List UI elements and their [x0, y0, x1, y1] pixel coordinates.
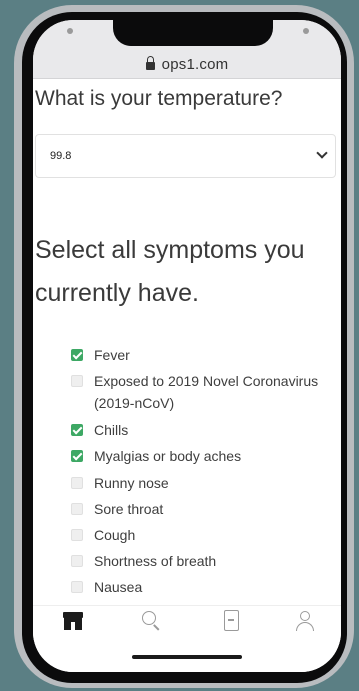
symptom-nausea[interactable]: Nausea	[71, 579, 331, 598]
page-content: What is your temperature? 99.8 Select al…	[33, 79, 341, 609]
symptom-checkbox[interactable]	[71, 503, 83, 515]
symptom-exposed[interactable]: Exposed to 2019 Novel Coronavirus (2019-…	[71, 373, 331, 414]
temperature-question: What is your temperature?	[35, 87, 283, 110]
symptom-label: Nausea	[94, 579, 143, 595]
symptom-checkbox[interactable]	[71, 424, 83, 436]
symptom-label: Exposed to 2019 Novel Coronavirus (2019-…	[94, 373, 319, 411]
symptom-checkbox[interactable]	[71, 581, 83, 593]
temperature-select[interactable]: 99.8	[35, 134, 336, 178]
address-bar[interactable]: ops1.com	[33, 50, 341, 79]
symptom-label: Shortness of breath	[94, 553, 217, 569]
chevron-down-icon	[316, 147, 328, 159]
symptom-cough[interactable]: Cough	[71, 527, 331, 546]
symptom-checkbox[interactable]	[71, 529, 83, 541]
home-icon[interactable]	[61, 608, 89, 636]
tab-bar	[33, 602, 341, 642]
phone-screen: ops1.com What is your temperature? 99.8 …	[33, 20, 341, 672]
symptom-label: Sore throat	[94, 501, 164, 517]
symptom-chills[interactable]: Chills	[71, 422, 331, 441]
document-icon[interactable]	[219, 608, 247, 636]
symptom-sore-throat[interactable]: Sore throat	[71, 501, 331, 520]
url-text: ops1.com	[161, 55, 229, 73]
temperature-value: 99.8	[50, 150, 72, 162]
symptom-label: Fever	[94, 347, 130, 363]
lock-icon	[145, 56, 155, 70]
signal-icon	[67, 28, 73, 34]
symptom-runny-nose[interactable]: Runny nose	[71, 475, 331, 494]
symptom-checkbox[interactable]	[71, 555, 83, 567]
symptom-fever[interactable]: Fever	[71, 347, 331, 366]
person-icon[interactable]	[293, 608, 321, 636]
symptom-checkbox[interactable]	[71, 349, 83, 361]
symptoms-heading: Select all symptoms you currently have.	[35, 236, 305, 307]
symptom-shortness-of-breath[interactable]: Shortness of breath	[71, 553, 331, 572]
symptom-label: Cough	[94, 527, 136, 543]
symptom-label: Chills	[94, 422, 129, 438]
home-indicator[interactable]	[132, 655, 242, 659]
battery-icon	[303, 28, 309, 34]
symptom-checkbox[interactable]	[71, 477, 83, 489]
symptom-myalgias[interactable]: Myalgias or body aches	[71, 448, 331, 467]
notch	[113, 20, 273, 46]
search-icon[interactable]	[139, 608, 167, 636]
symptom-label: Runny nose	[94, 475, 169, 491]
symptom-checkbox[interactable]	[71, 450, 83, 462]
symptom-checkbox[interactable]	[71, 375, 83, 387]
symptom-label: Myalgias or body aches	[94, 448, 242, 464]
